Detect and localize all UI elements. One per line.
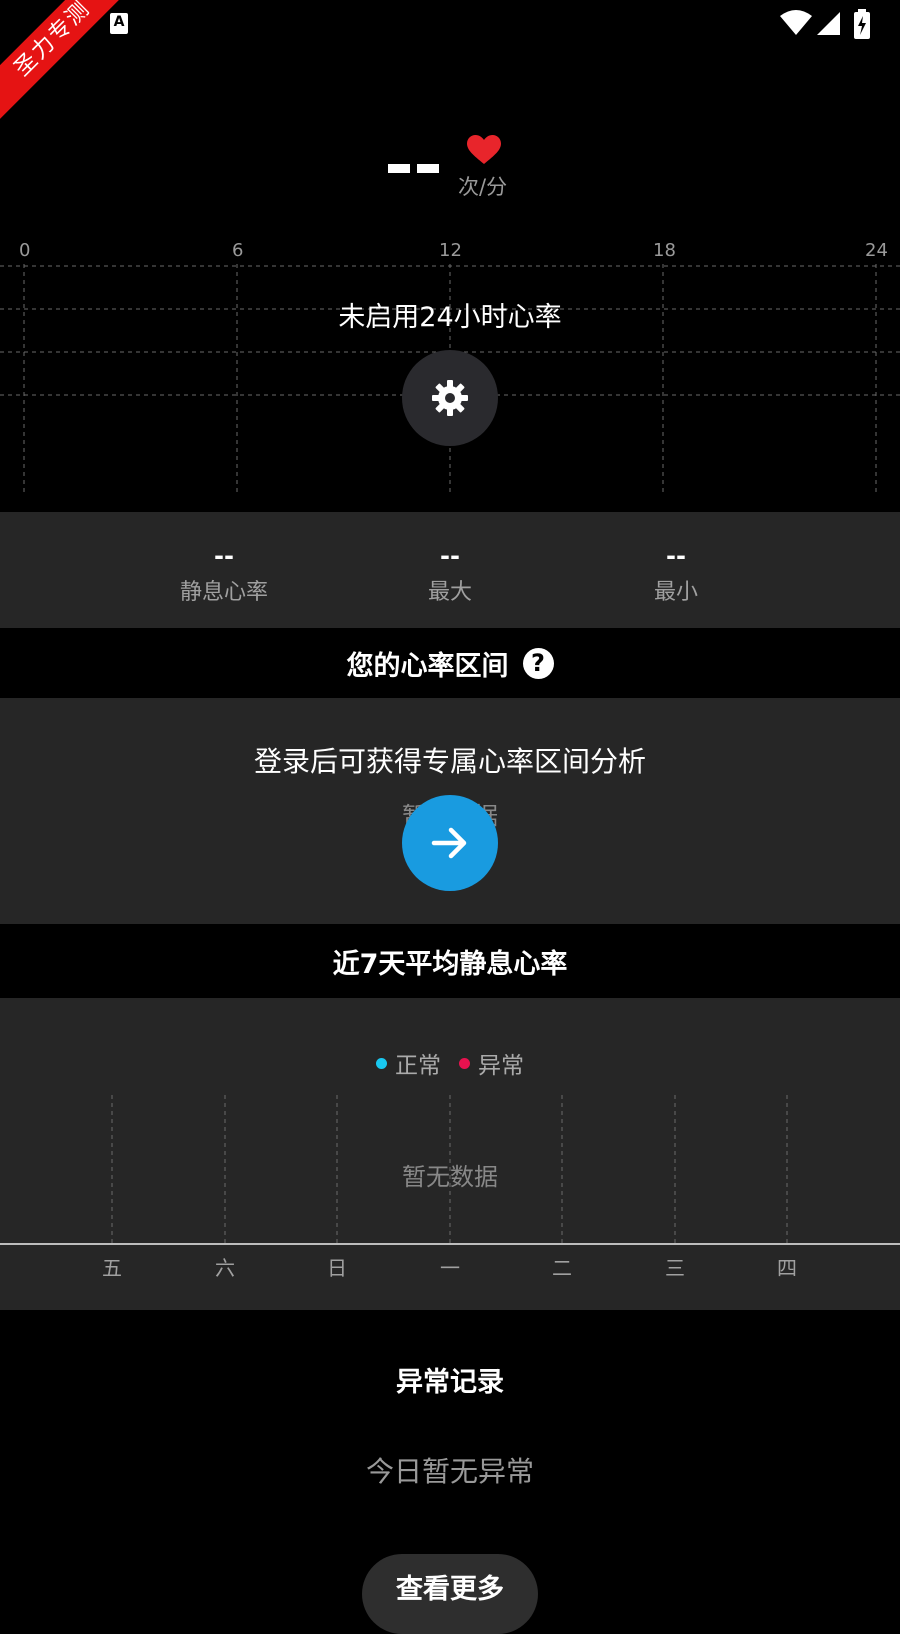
hr-disabled-message: 未启用24小时心率 xyxy=(338,302,562,333)
login-arrow-button[interactable] xyxy=(402,795,498,891)
legend-label: 正常 xyxy=(395,1053,441,1079)
heart-rate-unit: 次/分 xyxy=(458,175,508,199)
week-no-data: 暂无数据 xyxy=(402,1163,498,1191)
stat-max: -- 最大 xyxy=(350,544,550,606)
stat-value: -- xyxy=(214,542,234,570)
stat-value: -- xyxy=(440,542,460,570)
day-label: 一 xyxy=(440,1256,460,1280)
day-label: 日 xyxy=(327,1256,347,1280)
x-tick: 0 xyxy=(19,240,31,261)
arrow-right-icon xyxy=(431,827,467,859)
day-label: 五 xyxy=(102,1256,122,1280)
day-label: 三 xyxy=(665,1256,685,1280)
zones-header: 您的心率区间 ? xyxy=(0,628,900,698)
day-label: 四 xyxy=(777,1256,797,1280)
x-tick: 24 xyxy=(865,240,888,261)
stat-label: 静息心率 xyxy=(179,580,268,605)
stat-value: -- xyxy=(666,542,686,570)
abnormal-title: 异常记录 xyxy=(396,1367,504,1398)
stat-label: 最小 xyxy=(653,580,698,605)
settings-button[interactable] xyxy=(402,350,498,446)
week-legend: 正常 异常 xyxy=(0,1046,900,1080)
stat-label: 最大 xyxy=(427,580,472,605)
signal-icon xyxy=(817,12,840,35)
legend-normal: 正常 xyxy=(376,1046,441,1080)
legend-abnormal: 异常 xyxy=(459,1046,524,1080)
legend-label: 异常 xyxy=(478,1053,524,1079)
a-keyboard-icon: A xyxy=(110,13,128,34)
week-header: 近7天平均静息心率 xyxy=(0,924,900,998)
help-icon[interactable]: ? xyxy=(522,647,554,679)
x-tick: 18 xyxy=(653,240,676,261)
x-tick: 6 xyxy=(232,240,244,261)
heart-icon xyxy=(467,135,501,164)
status-bar xyxy=(0,0,900,48)
stat-resting: -- 静息心率 xyxy=(124,544,324,606)
view-more-button[interactable]: 查看更多 xyxy=(362,1554,538,1634)
legend-dot-normal xyxy=(376,1057,387,1069)
stat-min: -- 最小 xyxy=(576,544,776,606)
gear-icon xyxy=(432,380,468,416)
current-heart-rate xyxy=(388,140,446,190)
day-label: 二 xyxy=(552,1256,572,1280)
legend-dot-abnormal xyxy=(459,1057,470,1069)
x-tick: 12 xyxy=(439,240,462,261)
day-label: 六 xyxy=(215,1256,235,1280)
login-message: 登录后可获得专属心率区间分析 xyxy=(253,745,646,778)
zones-title: 您的心率区间 xyxy=(346,650,509,682)
battery-charging-icon xyxy=(854,9,870,39)
wifi-icon xyxy=(780,10,812,35)
abnormal-empty-message: 今日暂无异常 xyxy=(365,1455,534,1488)
week-title: 近7天平均静息心率 xyxy=(332,948,568,980)
